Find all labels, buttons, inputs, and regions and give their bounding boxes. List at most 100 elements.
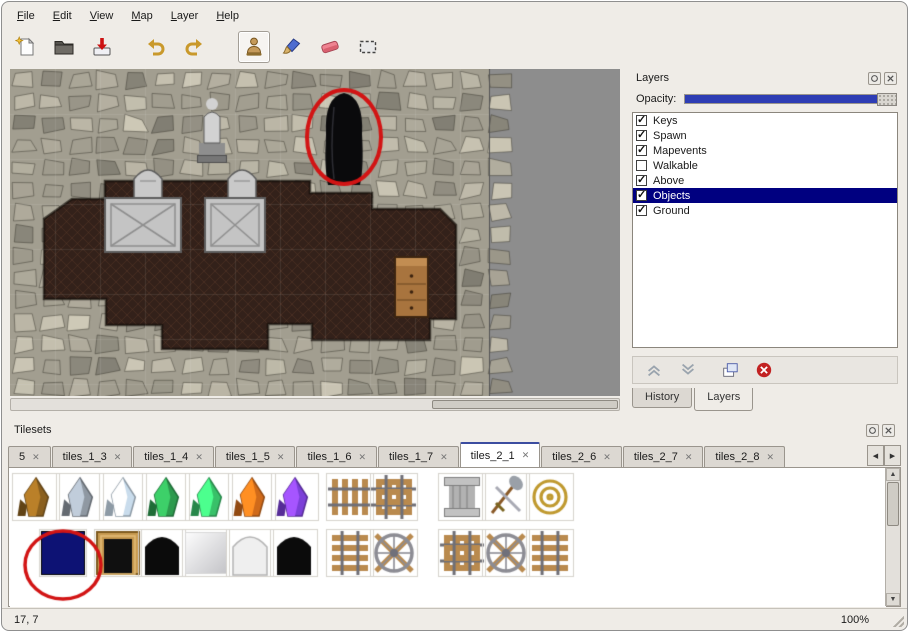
- new-map-button[interactable]: [10, 31, 42, 63]
- layer-visibility-checkbox[interactable]: [636, 175, 647, 186]
- layer-row-spawn[interactable]: Spawn: [633, 128, 897, 143]
- map-viewport[interactable]: [10, 69, 620, 396]
- save-button[interactable]: [86, 31, 118, 63]
- menu-layer[interactable]: Layer: [162, 7, 208, 25]
- layer-row-ground[interactable]: Ground: [633, 203, 897, 218]
- tab-close-icon[interactable]: ✕: [359, 452, 367, 463]
- cursor-coordinates: 17, 7: [14, 614, 841, 626]
- undo-button[interactable]: [140, 31, 172, 63]
- layer-label: Above: [653, 175, 684, 187]
- float-icon: [870, 74, 879, 83]
- tileset-tab-tiles_1_3[interactable]: tiles_1_3 ✕: [52, 446, 133, 467]
- layer-row-mapevents[interactable]: Mapevents: [633, 143, 897, 158]
- chevron-up-icon: [645, 361, 663, 379]
- scroll-up-button[interactable]: ▲: [886, 468, 900, 481]
- duplicate-layer-button[interactable]: [717, 359, 743, 381]
- panel-tab-history[interactable]: History: [632, 388, 692, 408]
- tileset-tab-tiles_2_6[interactable]: tiles_2_6 ✕: [541, 446, 622, 467]
- tileset-tab-5[interactable]: 5 ✕: [8, 446, 51, 467]
- tab-scroll-left-button[interactable]: ◀: [867, 445, 884, 466]
- tab-close-icon[interactable]: ✕: [114, 452, 122, 463]
- tileset-tab-label: tiles_1_3: [63, 451, 107, 463]
- tab-close-icon[interactable]: ✕: [766, 452, 774, 463]
- opacity-slider-handle[interactable]: [877, 93, 897, 106]
- layer-row-objects[interactable]: Objects: [633, 188, 897, 203]
- close-tilesets-button[interactable]: [882, 424, 895, 437]
- menu-file[interactable]: File: [8, 7, 44, 25]
- resize-grip[interactable]: [891, 614, 904, 627]
- float-panel-button[interactable]: [868, 72, 881, 85]
- tab-close-icon[interactable]: ✕: [685, 452, 693, 463]
- stamp-tool-button[interactable]: [238, 31, 270, 63]
- eraser-tool-button[interactable]: [314, 31, 346, 63]
- tileset-tab-label: tiles_1_7: [389, 451, 433, 463]
- layer-label: Mapevents: [653, 145, 707, 157]
- menu-map[interactable]: Map: [122, 7, 161, 25]
- layer-visibility-checkbox[interactable]: [636, 160, 647, 171]
- redo-button[interactable]: [178, 31, 210, 63]
- layer-label: Ground: [653, 205, 690, 217]
- menu-view[interactable]: View: [81, 7, 123, 25]
- tileset-tab-tiles_2_8[interactable]: tiles_2_8 ✕: [704, 446, 785, 467]
- scroll-down-button[interactable]: ▼: [886, 593, 900, 606]
- tileset-canvas[interactable]: [10, 469, 886, 607]
- layers-panel-titlebar: Layers: [628, 68, 905, 88]
- opacity-slider[interactable]: [684, 94, 897, 104]
- marquee-select-icon: [357, 36, 379, 58]
- tileset-vertical-scrollbar[interactable]: ▲ ▼: [885, 468, 900, 606]
- delete-layer-button[interactable]: [751, 359, 777, 381]
- layers-copy-icon: [721, 361, 739, 379]
- layer-visibility-checkbox[interactable]: [636, 205, 647, 216]
- select-tool-button[interactable]: [352, 31, 384, 63]
- layer-list: Keys Spawn Mapevents Walkable Above Obje…: [632, 112, 898, 348]
- brush-tool-button[interactable]: [276, 31, 308, 63]
- open-button[interactable]: [48, 31, 80, 63]
- tab-close-icon[interactable]: ✕: [277, 452, 285, 463]
- float-tilesets-button[interactable]: [866, 424, 879, 437]
- tileset-tab-tiles_2_7[interactable]: tiles_2_7 ✕: [623, 446, 704, 467]
- undo-icon: [145, 36, 167, 58]
- tab-close-icon[interactable]: ✕: [603, 452, 611, 463]
- layer-row-walkable[interactable]: Walkable: [633, 158, 897, 173]
- new-file-icon: [15, 36, 37, 58]
- layer-visibility-checkbox[interactable]: [636, 145, 647, 156]
- tileset-tab-tiles_2_1[interactable]: tiles_2_1 ✕: [460, 442, 541, 467]
- move-layer-down-button[interactable]: [675, 359, 701, 381]
- layer-label: Spawn: [653, 130, 687, 142]
- delete-icon: [755, 361, 773, 379]
- tab-close-icon[interactable]: ✕: [32, 452, 40, 463]
- layer-label: Objects: [653, 190, 690, 202]
- tileset-tab-label: tiles_1_5: [226, 451, 270, 463]
- menu-edit[interactable]: Edit: [44, 7, 81, 25]
- move-layer-up-button[interactable]: [641, 359, 667, 381]
- close-panel-button[interactable]: [884, 72, 897, 85]
- redo-icon: [183, 36, 205, 58]
- tileset-tab-tiles_1_5[interactable]: tiles_1_5 ✕: [215, 446, 296, 467]
- tileset-tab-label: tiles_1_6: [307, 451, 351, 463]
- dock-tab-bar: HistoryLayers: [632, 388, 755, 414]
- tileset-tab-label: tiles_2_7: [634, 451, 678, 463]
- tileset-tab-tiles_1_4[interactable]: tiles_1_4 ✕: [133, 446, 214, 467]
- tab-close-icon[interactable]: ✕: [440, 452, 448, 463]
- tileset-tab-bar: 5 ✕ tiles_1_3 ✕ tiles_1_4 ✕ tiles_1_5 ✕ …: [8, 442, 861, 467]
- layer-row-keys[interactable]: Keys: [633, 113, 897, 128]
- tab-scroll-right-button[interactable]: ▶: [884, 445, 901, 466]
- layer-visibility-checkbox[interactable]: [636, 115, 647, 126]
- layer-row-above[interactable]: Above: [633, 173, 897, 188]
- layers-panel: Layers Opacity: Keys Spawn Mapevents Wal…: [628, 68, 905, 416]
- tileset-tab-tiles_1_6[interactable]: tiles_1_6 ✕: [296, 446, 377, 467]
- layer-visibility-checkbox[interactable]: [636, 190, 647, 201]
- layer-visibility-checkbox[interactable]: [636, 130, 647, 141]
- tab-close-icon[interactable]: ✕: [195, 452, 203, 463]
- map-horizontal-scrollbar[interactable]: [10, 398, 620, 411]
- menu-help[interactable]: Help: [207, 7, 248, 25]
- open-folder-icon: [53, 36, 75, 58]
- tab-close-icon[interactable]: ✕: [522, 450, 530, 461]
- tileset-tab-label: tiles_2_6: [552, 451, 596, 463]
- tileset-tab-tiles_1_7[interactable]: tiles_1_7 ✕: [378, 446, 459, 467]
- map-scrollbar-thumb[interactable]: [432, 400, 618, 409]
- panel-tab-layers[interactable]: Layers: [694, 388, 753, 411]
- tileset-scrollbar-thumb[interactable]: [887, 482, 899, 526]
- save-icon: [91, 36, 113, 58]
- map-canvas[interactable]: [10, 69, 620, 396]
